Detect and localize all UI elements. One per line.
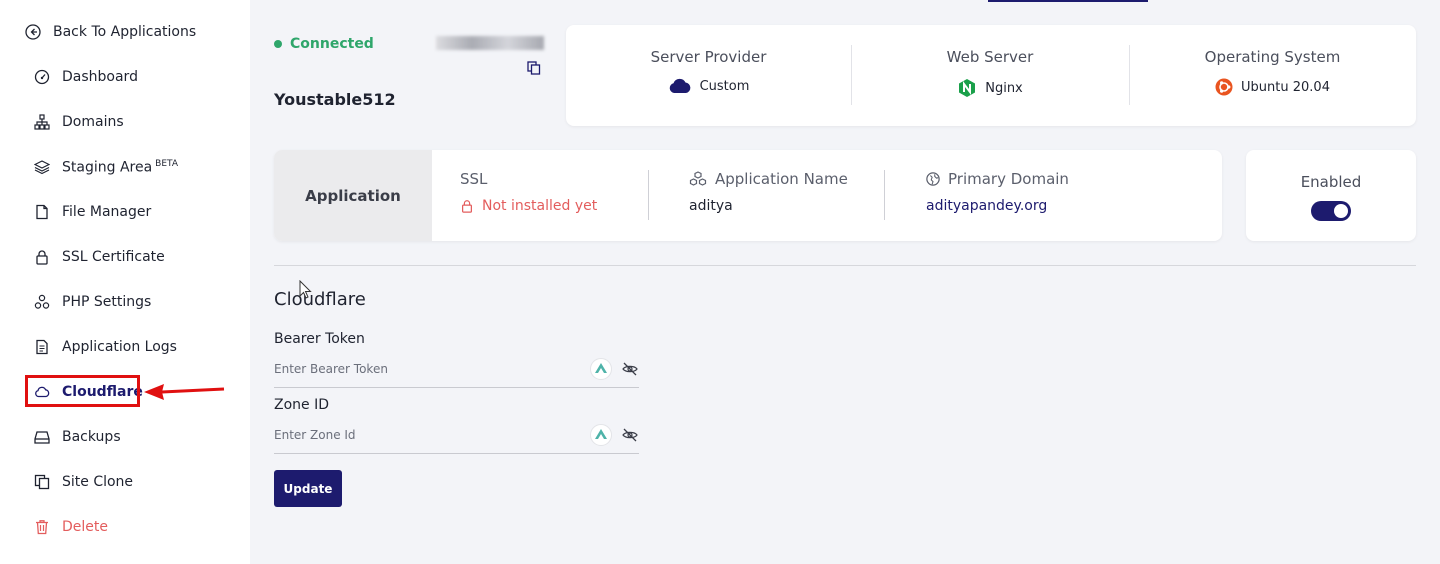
zone-id-field bbox=[274, 420, 639, 454]
cogs-icon bbox=[34, 294, 50, 310]
primary-domain: Primary Domain adityapandey.org bbox=[926, 150, 1126, 241]
ssl-value: Not installed yet bbox=[482, 198, 598, 214]
sidebar-item-site-clone[interactable]: Site Clone bbox=[34, 470, 133, 494]
zone-id-input[interactable] bbox=[274, 424, 574, 446]
unlock-icon bbox=[462, 200, 472, 213]
ssl-status: SSL Not installed yet bbox=[460, 150, 650, 241]
sidebar-item-label: File Manager bbox=[62, 204, 152, 220]
sidebar-item-label: Site Clone bbox=[62, 474, 134, 490]
bearer-token-label: Bearer Token bbox=[274, 331, 365, 347]
sidebar-item-backups[interactable]: Backups bbox=[34, 425, 121, 449]
back-to-applications-link[interactable]: Back To Applications bbox=[25, 20, 196, 44]
toggle-knob bbox=[1334, 204, 1348, 218]
sidebar-item-domains[interactable]: Domains bbox=[34, 110, 124, 134]
sidebar-item-label: Domains bbox=[62, 114, 124, 130]
status-label: Connected bbox=[290, 36, 374, 52]
connection-status: Connected bbox=[274, 36, 374, 52]
web-server-value: Nginx bbox=[985, 80, 1023, 96]
primary-domain-label: Primary Domain bbox=[948, 170, 1069, 188]
application-name: Application Name aditya bbox=[689, 150, 884, 241]
enabled-card: Enabled bbox=[1246, 150, 1416, 241]
nginx-icon bbox=[959, 79, 976, 97]
application-card: Application SSL Not installed yet Applic… bbox=[274, 150, 1222, 241]
sidebar-item-application-logs[interactable]: Application Logs bbox=[34, 335, 177, 359]
app-title: Youstable512 bbox=[274, 90, 396, 109]
sidebar-item-delete[interactable]: Delete bbox=[34, 515, 108, 539]
sidebar-item-ssl-certificate[interactable]: SSL Certificate bbox=[34, 245, 165, 269]
server-info-card: Server Provider Custom Web Server Nginx … bbox=[566, 25, 1416, 126]
cloud-provider-icon bbox=[669, 78, 690, 93]
update-button[interactable]: Update bbox=[274, 470, 342, 507]
zone-id-label: Zone ID bbox=[274, 397, 330, 413]
password-manager-icon[interactable] bbox=[590, 358, 612, 380]
hard-drive-icon bbox=[34, 429, 50, 445]
enabled-toggle[interactable] bbox=[1311, 201, 1351, 221]
annotation-arrow-icon bbox=[144, 384, 225, 400]
active-tab-indicator bbox=[988, 0, 1148, 2]
file-icon bbox=[34, 204, 50, 220]
primary-domain-link[interactable]: adityapandey.org bbox=[926, 198, 1047, 214]
sitemap-icon bbox=[34, 114, 50, 130]
staging-label: Staging Area bbox=[62, 159, 153, 176]
section-title: Cloudflare bbox=[274, 289, 366, 310]
document-lines-icon bbox=[34, 339, 50, 355]
password-manager-icon[interactable] bbox=[590, 424, 612, 446]
server-provider-label: Server Provider bbox=[650, 48, 767, 66]
sidebar-item-dashboard[interactable]: Dashboard bbox=[34, 65, 138, 89]
main-content: Connected Youstable512 Server Provider C… bbox=[250, 0, 1440, 564]
sidebar-item-label: SSL Certificate bbox=[62, 249, 165, 265]
layers-icon bbox=[34, 159, 50, 175]
server-provider-value: Custom bbox=[699, 78, 750, 94]
trash-icon bbox=[34, 519, 50, 535]
operating-system: Operating System Ubuntu 20.04 bbox=[1129, 25, 1416, 126]
sidebar-item-staging-area[interactable]: Staging Area BETA bbox=[34, 155, 178, 179]
os-value: Ubuntu 20.04 bbox=[1241, 79, 1330, 95]
application-name-value: aditya bbox=[689, 198, 733, 214]
server-provider: Server Provider Custom bbox=[566, 25, 851, 126]
dashboard-gauge-icon bbox=[34, 69, 50, 85]
sidebar-item-label: Staging Area BETA bbox=[62, 159, 178, 176]
section-divider bbox=[274, 265, 1416, 266]
bearer-token-field bbox=[274, 354, 639, 388]
divider bbox=[884, 170, 885, 220]
sidebar-item-file-manager[interactable]: File Manager bbox=[34, 200, 151, 224]
status-dot-icon bbox=[274, 40, 282, 48]
application-tab[interactable]: Application bbox=[274, 150, 432, 241]
eye-slash-icon[interactable] bbox=[621, 361, 639, 377]
back-arrow-icon bbox=[25, 24, 41, 40]
copy-icon[interactable] bbox=[526, 60, 542, 76]
sidebar-item-label: Delete bbox=[62, 519, 108, 535]
cubes-icon bbox=[689, 171, 707, 186]
application-name-label: Application Name bbox=[715, 170, 848, 188]
mouse-cursor-icon bbox=[299, 280, 312, 299]
back-label: Back To Applications bbox=[53, 24, 197, 40]
globe-icon bbox=[926, 172, 940, 186]
enabled-label: Enabled bbox=[1300, 173, 1362, 191]
sidebar-item-label: Dashboard bbox=[62, 69, 138, 85]
divider bbox=[648, 170, 649, 220]
redacted-ip-address bbox=[436, 36, 544, 50]
annotation-highlight-box bbox=[25, 375, 140, 407]
eye-slash-icon[interactable] bbox=[621, 427, 639, 443]
sidebar-item-label: Backups bbox=[62, 429, 121, 445]
sidebar: Back To Applications Dashboard Domains S… bbox=[0, 0, 250, 564]
sidebar-item-label: PHP Settings bbox=[62, 294, 152, 310]
beta-badge: BETA bbox=[155, 158, 178, 169]
bearer-token-input[interactable] bbox=[274, 358, 574, 380]
web-server: Web Server Nginx bbox=[851, 25, 1129, 126]
sidebar-item-php-settings[interactable]: PHP Settings bbox=[34, 290, 151, 314]
ssl-label: SSL bbox=[460, 170, 488, 188]
ubuntu-icon bbox=[1215, 78, 1233, 96]
os-label: Operating System bbox=[1204, 48, 1341, 66]
sidebar-item-label: Application Logs bbox=[62, 339, 177, 355]
web-server-label: Web Server bbox=[946, 48, 1034, 66]
clone-icon bbox=[34, 474, 50, 490]
lock-icon bbox=[34, 249, 50, 265]
